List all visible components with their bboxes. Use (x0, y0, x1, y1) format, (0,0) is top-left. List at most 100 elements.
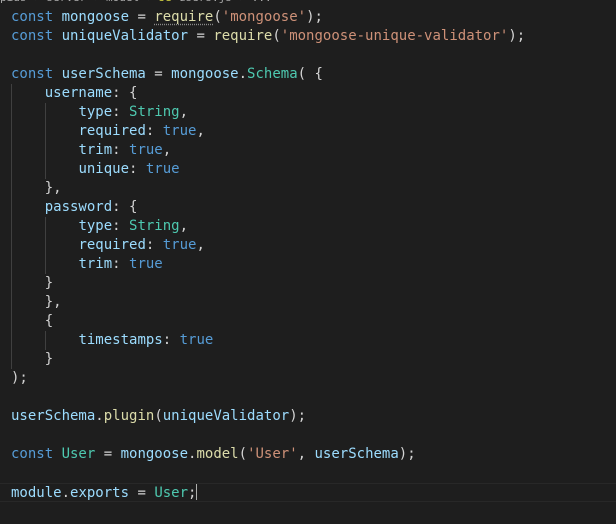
code-line[interactable]: timestamps: true (0, 331, 616, 350)
breadcrumb-item[interactable]: users.js (179, 0, 232, 4)
code-line[interactable]: const User = mongoose.model('User', user… (0, 445, 616, 464)
code-token: = (145, 66, 172, 82)
code-token: const (11, 28, 62, 44)
code-token: uniqueValidator (162, 408, 290, 424)
code-line[interactable]: { (0, 312, 616, 331)
text-cursor (196, 483, 198, 500)
code-token: String (129, 218, 180, 234)
code-token: trim (78, 142, 113, 158)
code-token: ); (398, 446, 416, 462)
code-line[interactable]: const mongoose = require('mongoose'); (0, 8, 616, 27)
code-line[interactable]: module.exports = User; (0, 483, 616, 502)
code-token: : (162, 332, 180, 348)
code-token: }, (44, 180, 62, 196)
code-line[interactable]: username: { (0, 84, 616, 103)
code-line[interactable]: type: String, (0, 217, 616, 236)
code-token: Schema (247, 66, 298, 82)
code-token: User (154, 485, 189, 501)
code-token: = (129, 9, 155, 25)
code-token: timestamps (78, 332, 163, 348)
code-token: true (179, 332, 214, 348)
indent-guide (11, 293, 12, 312)
indent-guide (11, 350, 12, 369)
code-line[interactable]: ); (0, 369, 616, 388)
breadcrumb-item[interactable]: ... (252, 0, 272, 4)
code-token: { (44, 313, 54, 329)
code-line[interactable] (0, 388, 616, 407)
code-token: , (196, 237, 205, 253)
code-token: require (154, 9, 214, 25)
breadcrumb-item[interactable]: model (106, 0, 139, 4)
code-token: true (129, 256, 163, 272)
code-token: . (95, 408, 104, 424)
code-token: ( (213, 9, 222, 25)
indent-guide (11, 160, 12, 179)
code-token: , (162, 142, 172, 158)
code-line[interactable] (0, 426, 616, 445)
code-token: , (179, 104, 189, 120)
code-token: true (162, 237, 197, 253)
code-token: mongoose (61, 9, 130, 25)
code-token: required (78, 237, 146, 253)
indent-guide (44, 255, 46, 274)
code-token: username (44, 85, 113, 101)
code-line[interactable]: } (0, 350, 616, 369)
indent-guide (44, 236, 46, 255)
code-token: : (112, 256, 130, 272)
code-line[interactable]: const uniqueValidator = require('mongoos… (0, 27, 616, 46)
code-token: model (196, 446, 239, 462)
code-line[interactable]: userSchema.plugin(uniqueValidator); (0, 407, 616, 426)
indent-guide (11, 274, 12, 293)
code-line[interactable]: unique: true (0, 160, 616, 179)
code-token: true (162, 123, 197, 139)
code-token: mongoose (171, 66, 239, 82)
code-line[interactable]: type: String, (0, 103, 616, 122)
indent-guide (11, 255, 12, 274)
code-token: : (145, 123, 163, 139)
code-token: module (11, 485, 62, 501)
breadcrumb-separator: › (139, 0, 159, 4)
breadcrumb-item[interactable]: server (46, 0, 86, 4)
indent-guide (11, 84, 12, 103)
code-token: = (129, 485, 155, 501)
code-token: ); (11, 370, 28, 386)
code-line[interactable]: } (0, 274, 616, 293)
code-token: ( (238, 446, 248, 462)
code-line[interactable]: password: { (0, 198, 616, 217)
code-line[interactable]: required: true, (0, 236, 616, 255)
code-token: : (145, 237, 163, 253)
code-line[interactable] (0, 464, 616, 483)
code-line[interactable]: trim: true, (0, 141, 616, 160)
indent-guide (44, 160, 46, 179)
code-token: userSchema (61, 66, 146, 82)
code-line[interactable]: required: true, (0, 122, 616, 141)
code-token: require (213, 28, 273, 44)
code-line[interactable] (0, 46, 616, 65)
code-token: const (11, 66, 62, 82)
code-token: : (112, 218, 130, 234)
code-line[interactable]: }, (0, 179, 616, 198)
code-token: exports (70, 485, 130, 501)
code-line[interactable]: const userSchema = mongoose.Schema( { (0, 65, 616, 84)
indent-guide (11, 236, 12, 255)
indent-guide (44, 122, 46, 141)
code-line[interactable]: }, (0, 293, 616, 312)
code-line[interactable]: trim: true (0, 255, 616, 274)
code-token: : (112, 142, 130, 158)
breadcrumb-item[interactable]: pids (0, 0, 27, 4)
breadcrumb-separator: › (27, 0, 47, 4)
code-token: userSchema (11, 408, 96, 424)
code-token: 'mongoose-unique-validator' (280, 28, 509, 44)
code-token: } (44, 351, 54, 367)
code-editor[interactable]: const mongoose = require('mongoose'); con… (0, 8, 616, 502)
code-token: ); (289, 408, 307, 424)
code-token: const (11, 9, 62, 25)
breadcrumb: pids › server › model › JS users.js › ..… (0, 0, 272, 4)
indent-guide (11, 217, 12, 236)
indent-guide (11, 331, 12, 350)
